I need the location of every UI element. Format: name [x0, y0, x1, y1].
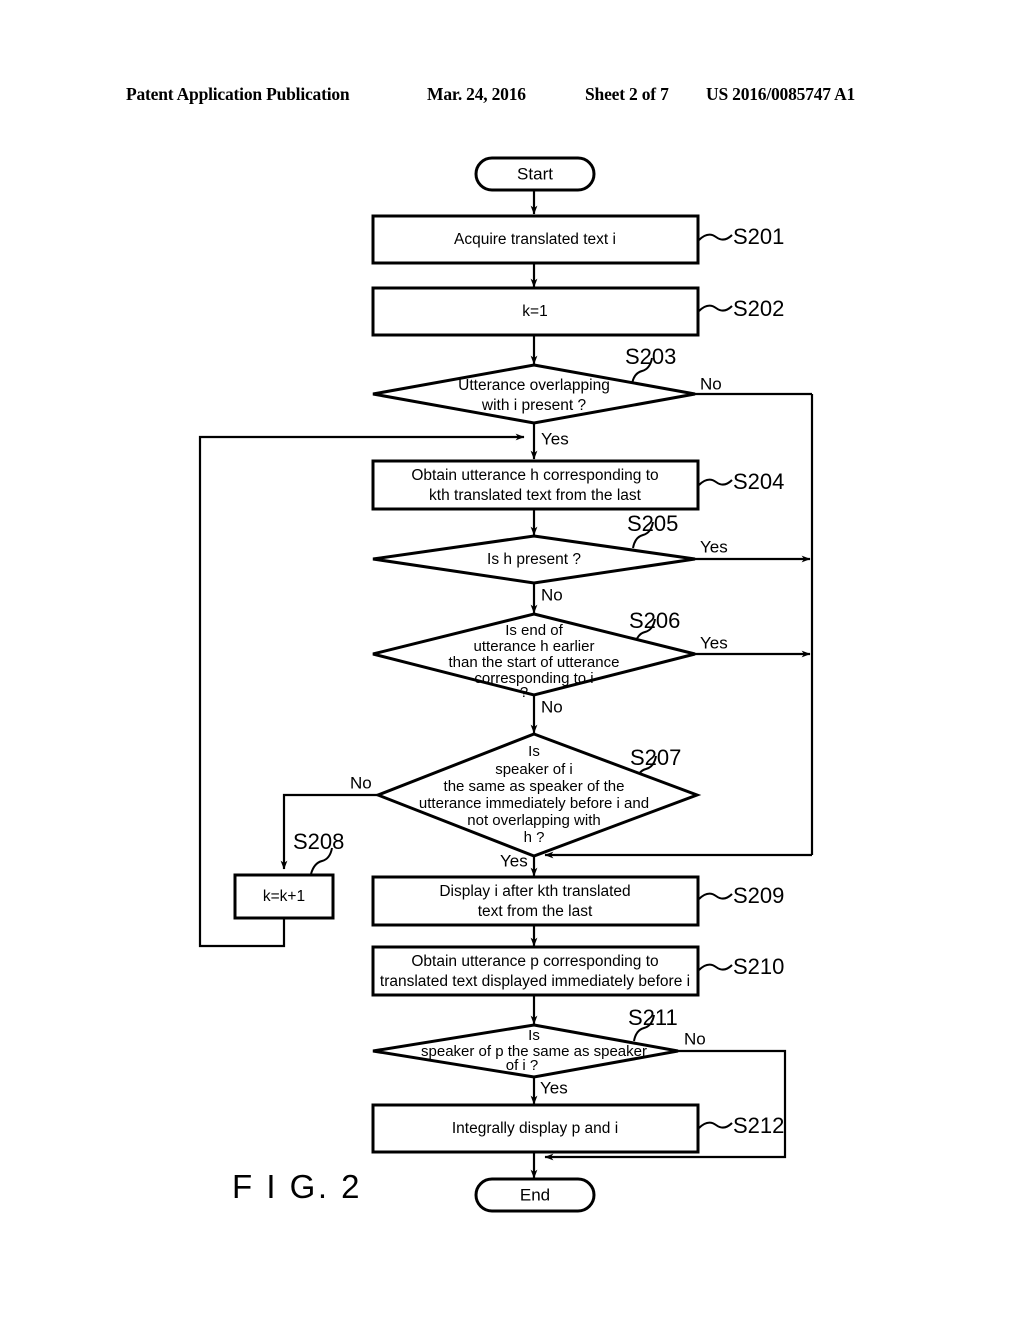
s203-line-0: Utterance overlapping [458, 377, 610, 394]
leader-s201 [698, 233, 733, 241]
figure-caption: F I G. 2 [232, 1168, 363, 1205]
s206-yes-label: Yes [700, 633, 728, 652]
s203-yes-label: Yes [541, 429, 569, 448]
node-s202[interactable]: k=1 [371, 286, 700, 337]
node-s212[interactable]: Integrally display p and i [371, 1103, 700, 1154]
flowchart: Start Acquire translated text i S201 k=1… [198, 156, 814, 1213]
s209-step-label: S209 [733, 883, 784, 908]
s201-step-label: S201 [733, 224, 784, 249]
node-s203[interactable]: Utterance overlapping with i present ? [372, 363, 696, 425]
s210-step-label: S210 [733, 954, 784, 979]
patent-page: Patent Application Publication Mar. 24, … [0, 0, 1024, 1320]
s205-line-0: Is h present ? [487, 551, 581, 568]
s204-line-0: Obtain utterance h corresponding to [411, 467, 658, 484]
node-start[interactable]: Start [474, 156, 596, 192]
end-label: End [520, 1185, 550, 1204]
s209-line-0: Display i after kth translated [439, 883, 630, 900]
s205-yes-label: Yes [700, 537, 728, 556]
start-label: Start [517, 164, 553, 183]
s206-step-label: S206 [629, 608, 680, 633]
node-end[interactable]: End [474, 1177, 596, 1213]
s211-no-label: No [684, 1029, 706, 1048]
s206-line-4: ? [520, 684, 528, 701]
s211-step-label: S211 [628, 1005, 678, 1030]
s203-no-label: No [700, 374, 722, 393]
s210-line-0: Obtain utterance p corresponding to [411, 953, 658, 970]
s206-line-0: Is end of [505, 622, 563, 639]
s211-line-0: Is [528, 1027, 540, 1044]
s210-line-1: translated text displayed immediately be… [380, 973, 690, 990]
s203-line-1: with i present ? [481, 397, 587, 414]
s207-no-label: No [350, 773, 372, 792]
s204-step-label: S204 [733, 469, 784, 494]
s206-line-1: utterance h earlier [474, 638, 595, 655]
s207-line-5: h ? [524, 829, 545, 846]
s207-line-1: speaker of i [495, 761, 573, 778]
leader-s210 [698, 963, 733, 971]
s208-step-label: S208 [293, 829, 344, 854]
node-s208[interactable]: k=k+1 [233, 873, 335, 920]
leader-s209 [698, 892, 733, 900]
s207-line-3: utterance immediately before i and [419, 795, 649, 812]
s208-line-0: k=k+1 [263, 888, 305, 905]
s209-line-1: text from the last [478, 903, 593, 920]
node-s205[interactable]: Is h present ? [372, 534, 696, 585]
s201-line-0: Acquire translated text i [454, 231, 616, 248]
s205-no-label: No [541, 585, 563, 604]
s212-line-0: Integrally display p and i [452, 1120, 618, 1137]
s207-line-0: Is [528, 743, 540, 760]
s203-step-label: S203 [625, 344, 676, 369]
s204-line-1: kth translated text from the last [429, 487, 642, 504]
node-s209[interactable]: Display i after kth translated text from… [371, 875, 700, 927]
s207-yes-label: Yes [500, 851, 528, 870]
leader-s204 [698, 478, 733, 486]
leader-s212 [698, 1121, 733, 1129]
loop-s208-to-s204 [198, 433, 525, 948]
node-s201[interactable]: Acquire translated text i [371, 214, 700, 265]
s211-yes-label: Yes [540, 1078, 568, 1097]
node-s210[interactable]: Obtain utterance p corresponding to tran… [371, 945, 700, 997]
s202-line-0: k=1 [522, 303, 547, 320]
s212-step-label: S212 [733, 1113, 784, 1138]
leader-s202 [698, 304, 733, 312]
s207-line-2: the same as speaker of the [444, 778, 625, 795]
s206-line-2: than the start of utterance [449, 654, 620, 671]
node-s204[interactable]: Obtain utterance h corresponding to kth … [371, 459, 700, 511]
s202-step-label: S202 [733, 296, 784, 321]
node-s211[interactable]: Is speaker of p the same as speaker of i… [372, 1023, 679, 1079]
s206-line-3: corresponding to i [474, 670, 593, 687]
s211-line-2: of i ? [506, 1057, 539, 1074]
s207-line-4: not overlapping with [467, 812, 600, 829]
s207-step-label: S207 [630, 745, 681, 770]
s206-no-label: No [541, 697, 563, 716]
s205-step-label: S205 [627, 511, 678, 536]
